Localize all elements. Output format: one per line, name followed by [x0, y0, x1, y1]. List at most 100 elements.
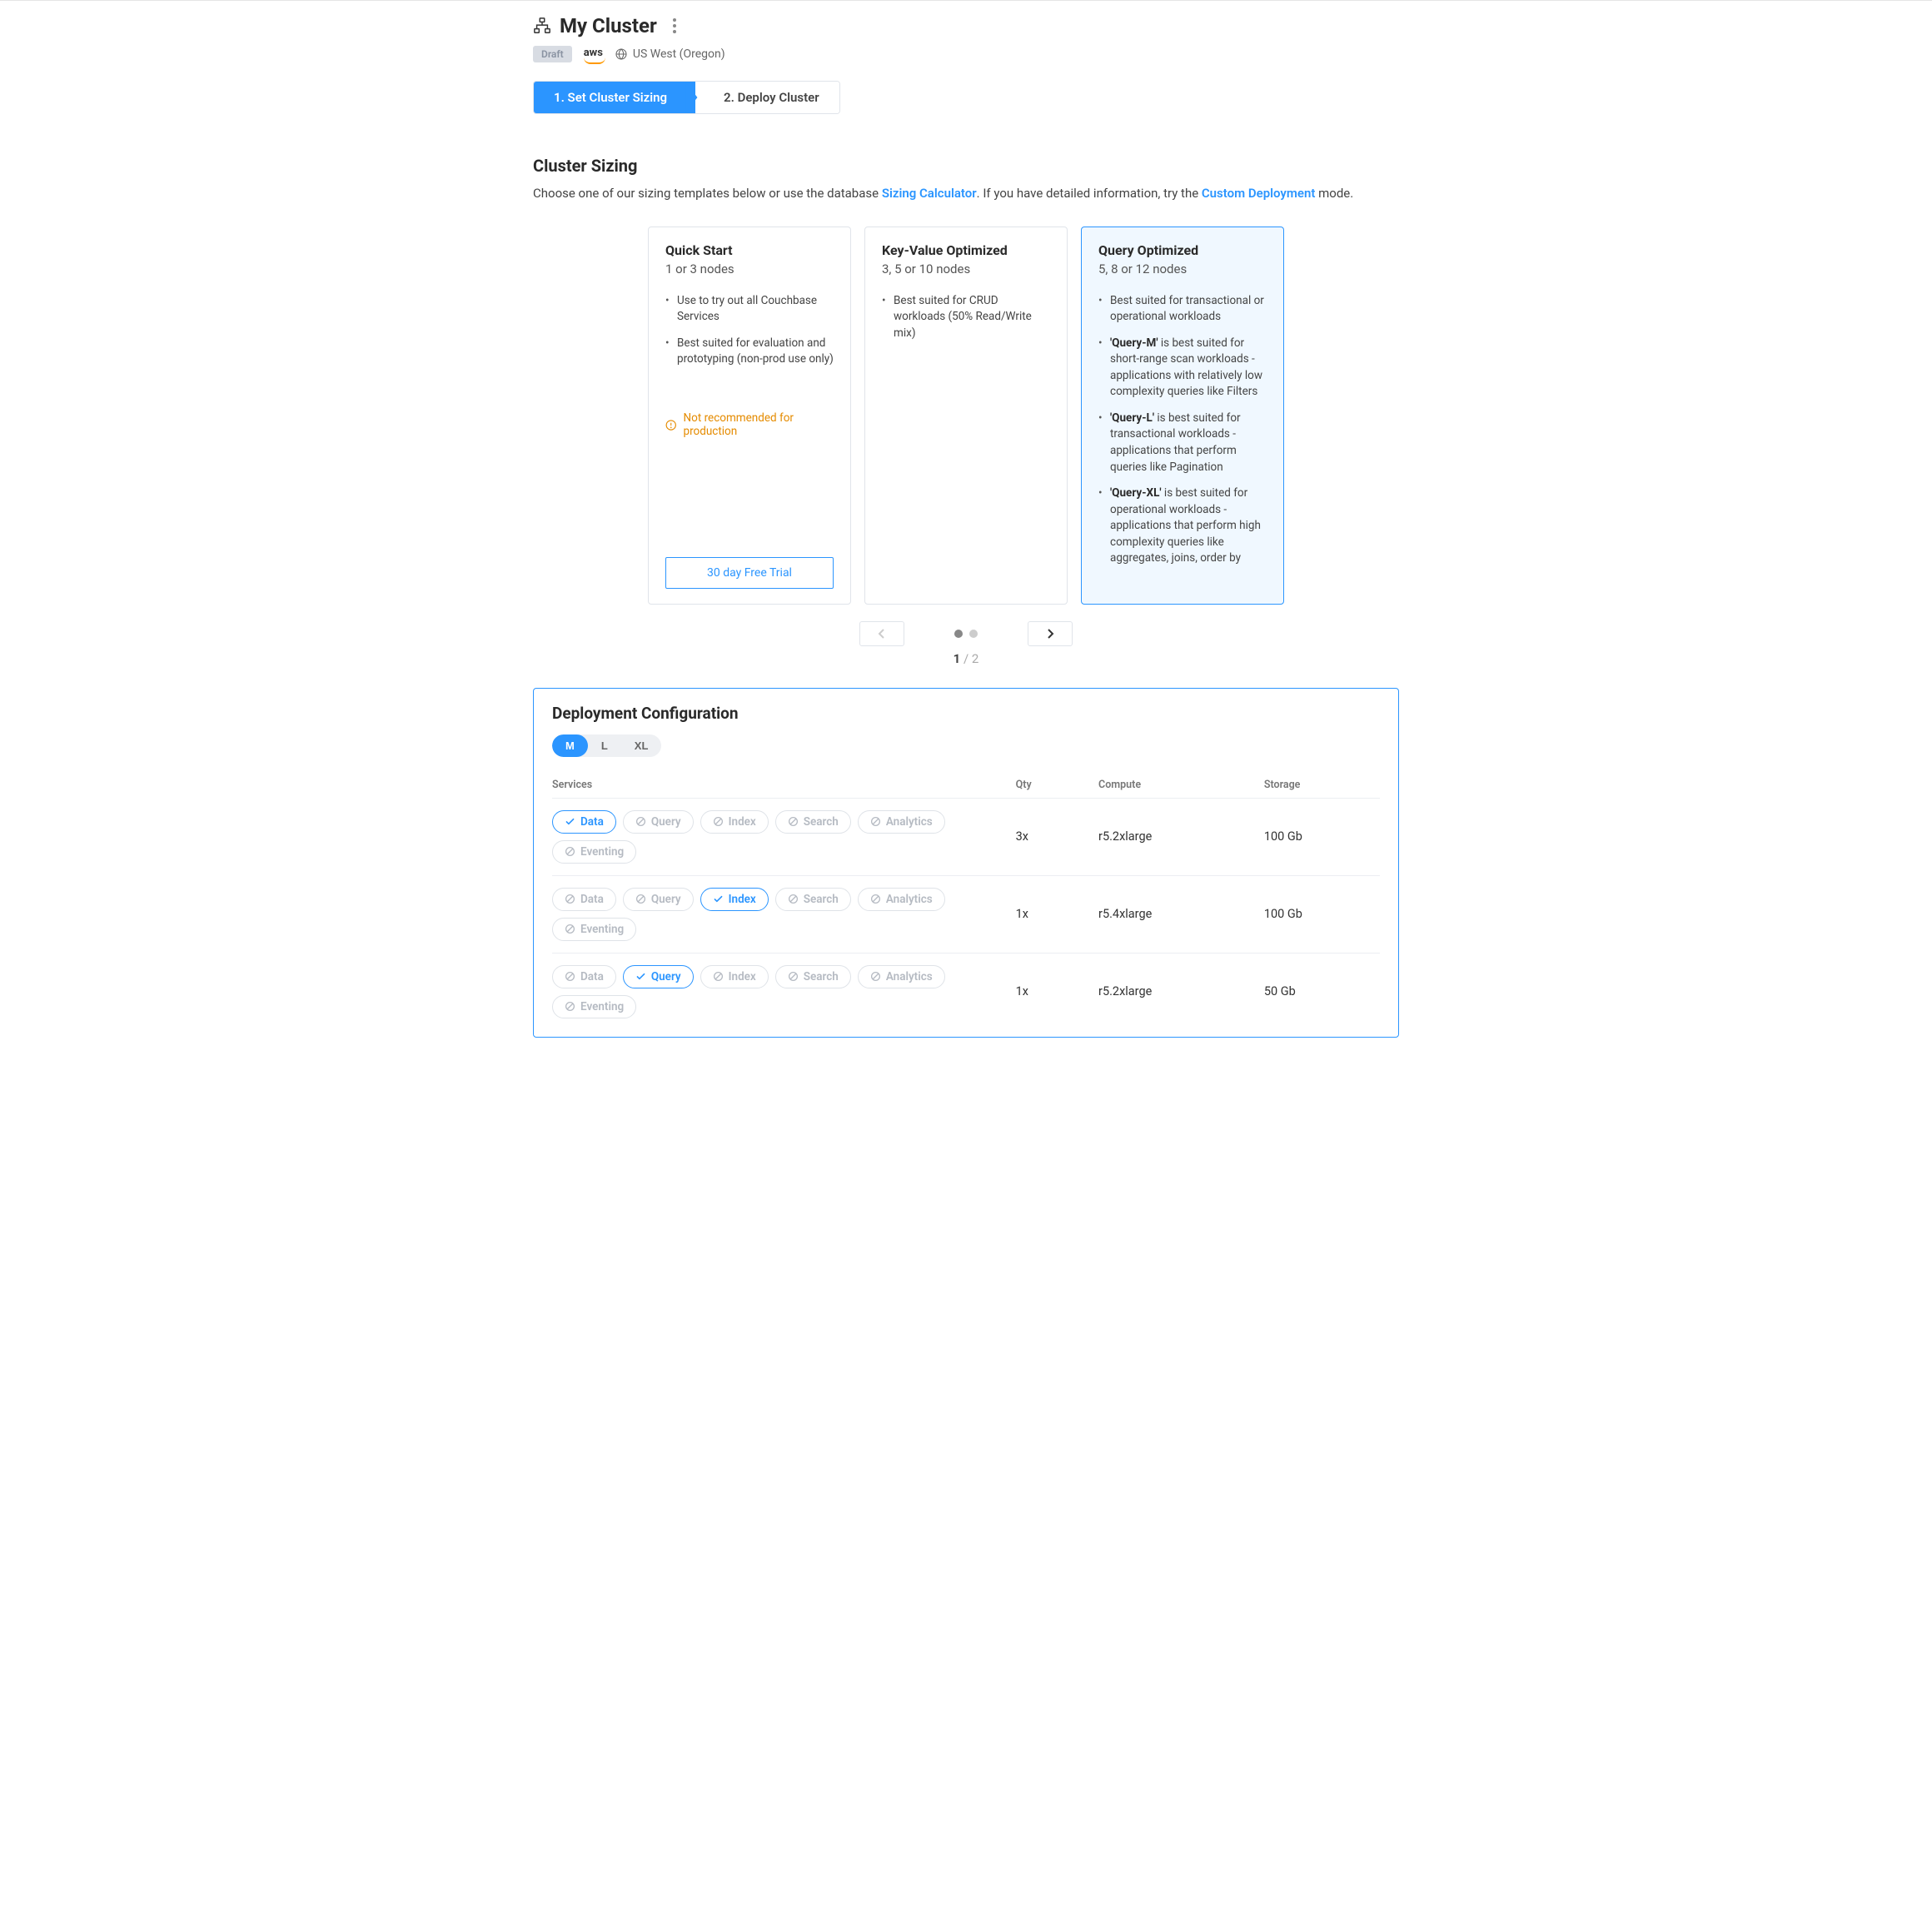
service-chip-query[interactable]: Query — [623, 965, 694, 988]
card-nodes: 1 or 3 nodes — [665, 261, 834, 276]
ban-icon — [870, 971, 881, 982]
service-chip-eventing[interactable]: Eventing — [552, 995, 636, 1018]
card-kv-optimized[interactable]: Key-Value Optimized 3, 5 or 10 nodes Bes… — [864, 227, 1068, 605]
more-options-button[interactable] — [665, 14, 684, 37]
card-quick-start[interactable]: Quick Start 1 or 3 nodes Use to try out … — [648, 227, 851, 605]
chip-label: Query — [651, 970, 681, 983]
ban-icon — [713, 971, 724, 982]
list-item: 'Query-XL' is best suited for operationa… — [1098, 485, 1267, 567]
ban-icon — [565, 1001, 575, 1012]
list-item: 'Query-L' is best suited for transaction… — [1098, 411, 1267, 476]
service-chip-analytics[interactable]: Analytics — [858, 888, 945, 911]
cell-compute: r5.2xlarge — [1098, 798, 1264, 875]
cell-storage: 50 Gb — [1264, 953, 1380, 1030]
service-chip-query[interactable]: Query — [623, 810, 694, 834]
ban-icon — [565, 894, 575, 904]
service-chip-data[interactable]: Data — [552, 965, 616, 988]
deployment-config-panel: Deployment Configuration M L XL Services… — [533, 688, 1399, 1038]
col-qty: Qty — [1016, 772, 1098, 799]
ban-icon — [788, 816, 799, 827]
check-icon — [635, 971, 646, 982]
pager-prev-button[interactable] — [859, 621, 904, 646]
chevron-right-icon — [1046, 629, 1054, 639]
services-table: Services Qty Compute Storage DataQueryIn… — [552, 772, 1380, 1030]
card-nodes: 5, 8 or 12 nodes — [1098, 261, 1267, 276]
region-label: US West (Oregon) — [615, 47, 725, 61]
chip-label: Index — [729, 815, 756, 829]
service-chip-index[interactable]: Index — [700, 888, 769, 911]
chevron-left-icon — [878, 629, 886, 639]
warning-icon — [665, 419, 677, 431]
check-icon — [565, 816, 575, 827]
service-chip-data[interactable]: Data — [552, 810, 616, 834]
dots-vertical-icon — [672, 17, 677, 34]
cell-qty: 1x — [1016, 953, 1098, 1030]
service-chip-query[interactable]: Query — [623, 888, 694, 911]
ban-icon — [565, 846, 575, 857]
list-item: Best suited for CRUD workloads (50% Read… — [882, 293, 1050, 342]
pager-next-button[interactable] — [1028, 621, 1073, 646]
ban-icon — [635, 816, 646, 827]
chip-label: Analytics — [886, 970, 933, 983]
page-count: 1 / 2 — [533, 651, 1399, 666]
service-chip-search[interactable]: Search — [775, 810, 851, 834]
step-deploy-cluster[interactable]: 2. Deploy Cluster — [695, 82, 839, 113]
sizing-title: Cluster Sizing — [533, 156, 1399, 176]
pager-dot[interactable] — [954, 630, 963, 638]
service-chip-index[interactable]: Index — [700, 810, 769, 834]
size-option-l[interactable]: L — [588, 734, 621, 757]
service-chip-analytics[interactable]: Analytics — [858, 965, 945, 988]
cell-qty: 1x — [1016, 875, 1098, 953]
service-chip-eventing[interactable]: Eventing — [552, 918, 636, 941]
list-item: Best suited for evaluation and prototypi… — [665, 336, 834, 368]
chip-label: Search — [804, 970, 839, 983]
chip-label: Analytics — [886, 815, 933, 829]
service-chip-data[interactable]: Data — [552, 888, 616, 911]
sizing-subtitle: Choose one of our sizing templates below… — [533, 184, 1399, 203]
custom-deployment-link[interactable]: Custom Deployment — [1202, 186, 1316, 201]
ban-icon — [635, 894, 646, 904]
cluster-icon — [533, 17, 551, 35]
chip-label: Data — [580, 815, 604, 829]
free-trial-button[interactable]: 30 day Free Trial — [665, 557, 834, 589]
service-chip-analytics[interactable]: Analytics — [858, 810, 945, 834]
chip-label: Index — [729, 970, 756, 983]
region-text: US West (Oregon) — [633, 47, 725, 61]
size-option-xl[interactable]: XL — [621, 734, 662, 757]
col-storage: Storage — [1264, 772, 1380, 799]
table-row: Data Query Index Search Analytics Eventing 1xr… — [552, 875, 1380, 953]
card-title: Quick Start — [665, 242, 834, 258]
pager-dots — [954, 630, 978, 638]
cell-storage: 100 Gb — [1264, 875, 1380, 953]
chip-label: Query — [651, 893, 681, 906]
pager-dot[interactable] — [969, 630, 978, 638]
size-option-m[interactable]: M — [552, 734, 588, 757]
chip-label: Query — [651, 815, 681, 829]
chip-label: Eventing — [580, 923, 624, 936]
service-chip-search[interactable]: Search — [775, 888, 851, 911]
ban-icon — [713, 816, 724, 827]
chip-label: Search — [804, 893, 839, 906]
card-title: Query Optimized — [1098, 242, 1267, 258]
card-nodes: 3, 5 or 10 nodes — [882, 261, 1050, 276]
cell-storage: 100 Gb — [1264, 798, 1380, 875]
card-query-optimized[interactable]: Query Optimized 5, 8 or 12 nodes Best su… — [1081, 227, 1284, 605]
service-chip-eventing[interactable]: Eventing — [552, 840, 636, 864]
ban-icon — [565, 924, 575, 934]
service-chip-search[interactable]: Search — [775, 965, 851, 988]
ban-icon — [565, 971, 575, 982]
ban-icon — [870, 894, 881, 904]
list-item: Use to try out all Couchbase Services — [665, 293, 834, 326]
page-title: My Cluster — [560, 14, 657, 37]
service-chip-index[interactable]: Index — [700, 965, 769, 988]
cell-compute: r5.4xlarge — [1098, 875, 1264, 953]
list-item: Best suited for transactional or operati… — [1098, 293, 1267, 326]
chip-label: Search — [804, 815, 839, 829]
chip-label: Eventing — [580, 1000, 624, 1013]
cell-compute: r5.2xlarge — [1098, 953, 1264, 1030]
sizing-calculator-link[interactable]: Sizing Calculator — [882, 186, 977, 201]
card-title: Key-Value Optimized — [882, 242, 1050, 258]
size-segmented-control: M L XL — [552, 734, 661, 757]
step-set-sizing[interactable]: 1. Set Cluster Sizing — [534, 82, 695, 113]
wizard-steps: 1. Set Cluster Sizing 2. Deploy Cluster — [533, 81, 840, 114]
